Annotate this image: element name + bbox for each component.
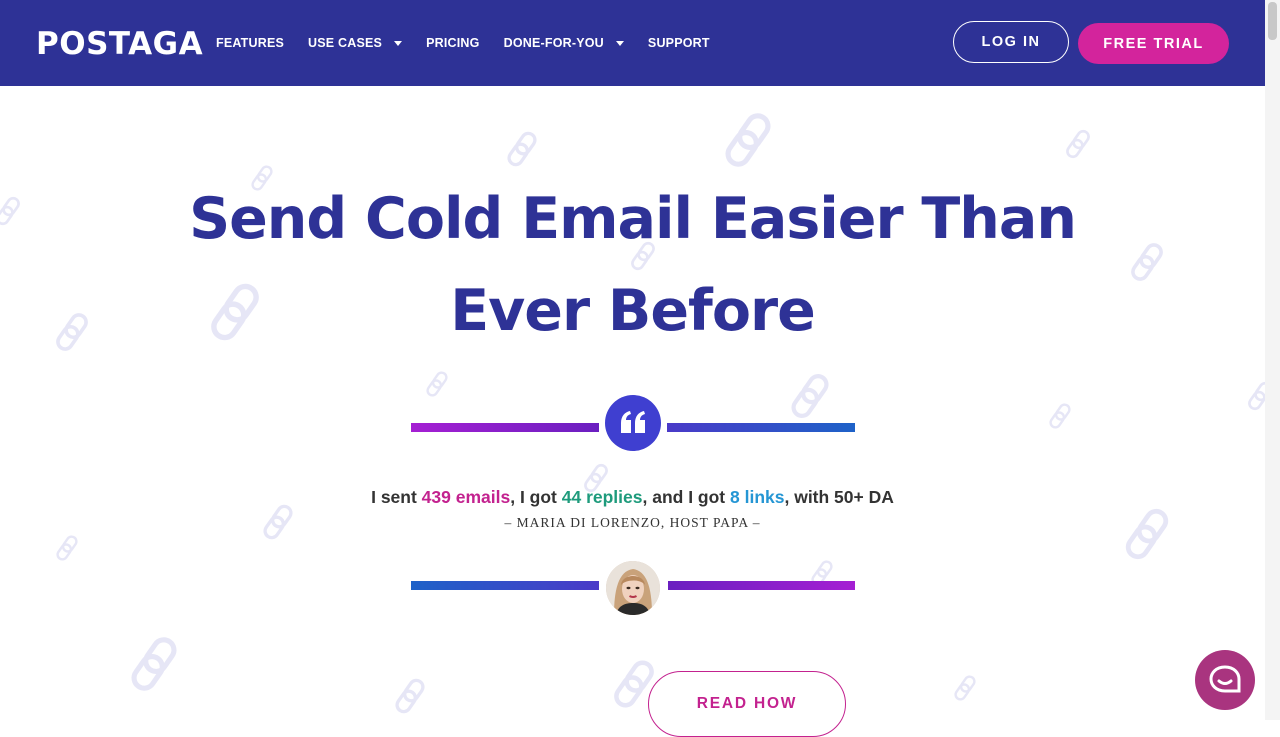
postaga-logo[interactable]: POSTAGA (36, 24, 203, 64)
site-header: POSTAGA FEATURES USE CASES PRICING DONE-… (0, 0, 1265, 86)
divider-line-left-top (411, 423, 599, 432)
nav-use-cases-label: USE CASES (308, 36, 383, 50)
testimonial-part-4: , with 50+ DA (784, 487, 894, 507)
free-trial-button-label: FREE TRIAL (1103, 35, 1204, 52)
chat-widget-button[interactable] (1195, 650, 1255, 710)
read-how-button-label: READ HOW (696, 695, 798, 712)
testimonial-emails: 439 emails (421, 487, 511, 507)
nav-pricing-label: PRICING (426, 36, 480, 50)
nav-support-label: SUPPORT (647, 36, 710, 50)
testimonial-part-2: , I got (510, 487, 562, 507)
free-trial-button[interactable]: FREE TRIAL (1078, 23, 1229, 64)
chevron-down-icon (394, 40, 403, 46)
divider-line-right-top (667, 423, 855, 432)
read-how-button[interactable]: READ HOW (648, 671, 846, 737)
logo-text: POSTAGA (36, 26, 204, 62)
quote-icon (621, 411, 645, 433)
chat-bubble-icon (1209, 665, 1241, 693)
main-nav: FEATURES USE CASES PRICING DONE-FOR-YOU … (216, 0, 734, 86)
nav-pricing[interactable]: PRICING (426, 36, 480, 50)
testimonial-part-1: I sent (371, 487, 422, 507)
avatar (606, 561, 660, 615)
nav-use-cases[interactable]: USE CASES (308, 36, 403, 50)
testimonial-links: 8 links (730, 487, 785, 507)
nav-done-for-you-label: DONE-FOR-YOU (503, 36, 604, 50)
divider-line-left-bottom (411, 581, 599, 590)
testimonial-replies: 44 replies (561, 487, 643, 507)
divider-line-right-bottom (668, 581, 855, 590)
testimonial-part-3: , and I got (642, 487, 730, 507)
login-button[interactable]: LOG IN (953, 21, 1069, 63)
quote-badge (605, 395, 661, 451)
nav-features-label: FEATURES (216, 36, 285, 50)
scrollbar-thumb[interactable] (1268, 2, 1277, 40)
testimonial-text: I sent 439 emails, I got 44 replies, and… (240, 487, 1025, 508)
nav-support[interactable]: SUPPORT (648, 36, 710, 50)
avatar-portrait (606, 561, 660, 615)
hero-headline: Send Cold Email Easier Than Ever Before (189, 186, 1077, 344)
login-button-label: LOG IN (981, 34, 1041, 50)
page-scrollbar[interactable] (1265, 0, 1280, 720)
nav-done-for-you[interactable]: DONE-FOR-YOU (504, 36, 624, 50)
nav-features[interactable]: FEATURES (216, 36, 284, 50)
chevron-down-icon (615, 40, 624, 46)
testimonial-author: – MARIA DI LORENZO, HOST PAPA – (504, 515, 761, 530)
